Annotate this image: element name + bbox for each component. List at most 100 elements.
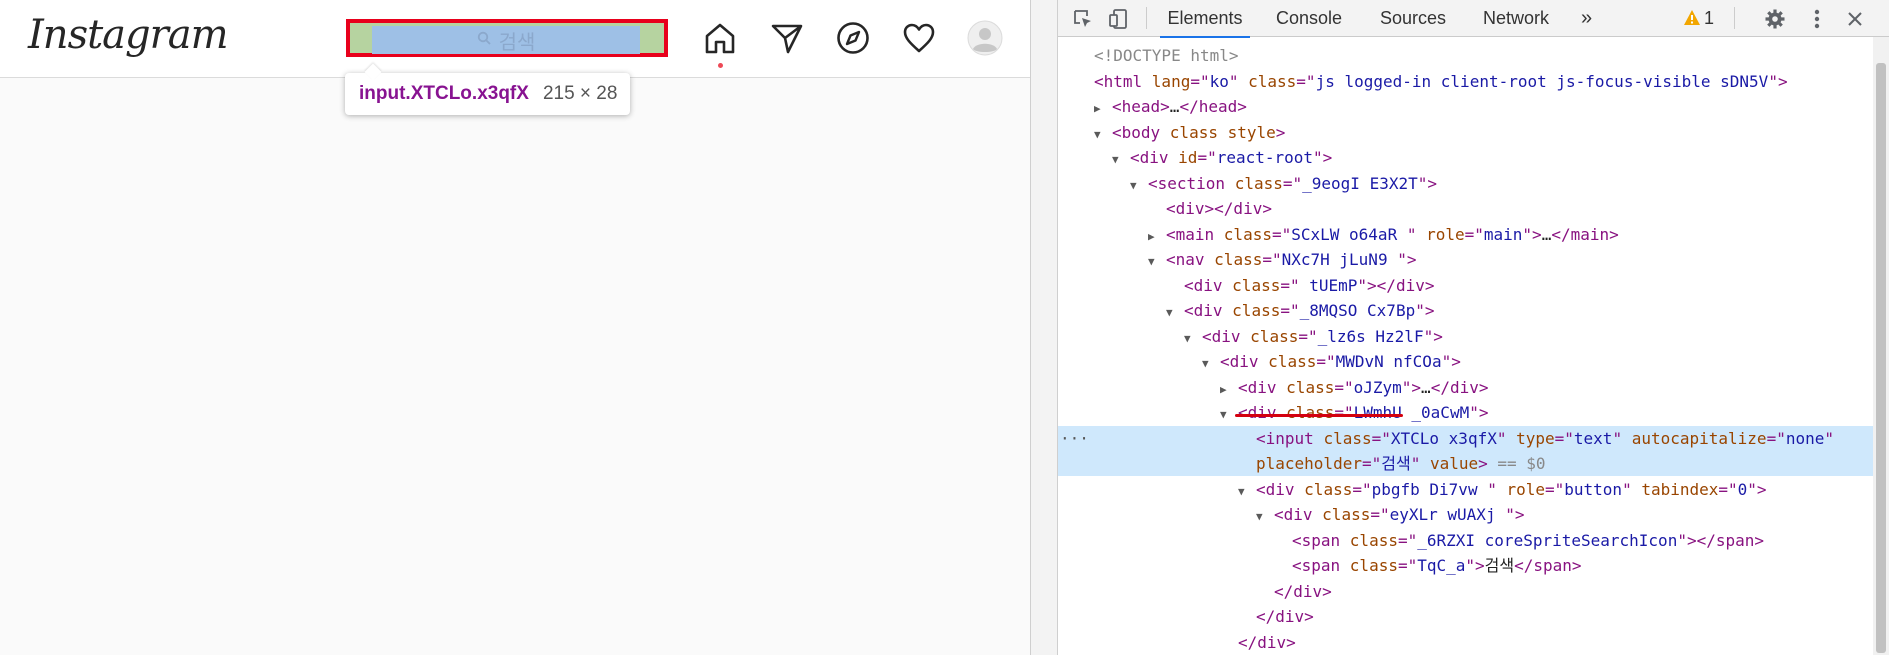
dom-token-tag: "> [1747, 479, 1767, 499]
tab-network[interactable]: Network [1483, 0, 1549, 36]
inspect-element-icon[interactable] [1070, 6, 1096, 32]
collapse-triangle-icon[interactable]: ▼ [1130, 173, 1148, 198]
dom-token-attr: class [1214, 250, 1263, 269]
dom-token-attr: class [1286, 403, 1335, 422]
dom-token-tag: <div [1220, 352, 1269, 371]
dom-token-doctype: <!DOCTYPE html> [1094, 46, 1239, 65]
dom-tree-row[interactable]: ▼ <div class="_lz6s Hz2lF"> [1058, 324, 1873, 349]
dom-tree-row[interactable]: <!DOCTYPE html> [1058, 43, 1873, 68]
dom-tree-row[interactable]: <span class="TqC_a">검색</span> [1058, 553, 1873, 578]
dom-token-tag: "> [1465, 556, 1485, 575]
dom-token-tag: <head> [1112, 97, 1170, 116]
compass-icon[interactable] [833, 18, 873, 58]
collapse-triangle-icon[interactable]: ▼ [1238, 479, 1256, 504]
warning-icon[interactable] [1679, 5, 1705, 31]
dom-token-tag: "> [1313, 148, 1333, 167]
tooltip-size: 215 × 28 [542, 83, 618, 104]
dom-tree-row[interactable]: ▼ <div class="MWDvN nfCOa"> [1058, 349, 1873, 374]
dom-token-tag: " [1487, 479, 1507, 499]
dom-tree-row[interactable]: <span class="_6RZXI coreSpriteSearchIcon… [1058, 528, 1873, 553]
instagram-logo[interactable]: Instagram [28, 12, 229, 58]
devtools-panel: Elements Console Sources Network » 1 <!D… [1058, 0, 1889, 655]
dom-tree-row[interactable]: ▶ <div class="oJZym">…</div> [1058, 375, 1873, 400]
tab-elements[interactable]: Elements [1160, 0, 1250, 38]
gear-icon[interactable] [1762, 6, 1788, 32]
collapse-triangle-icon[interactable]: ▼ [1202, 351, 1220, 376]
dom-tree-row[interactable]: </div> [1058, 630, 1873, 655]
avatar-icon[interactable] [965, 18, 1005, 58]
dom-token-tag: "> [1469, 403, 1489, 422]
dom-tree-row[interactable]: ▼ <nav class="NXc7H jLuN9 "> [1058, 247, 1873, 272]
dom-token-tag: =" [1262, 250, 1282, 269]
dom-token-tag: " [1622, 479, 1642, 499]
collapse-triangle-icon[interactable]: ▼ [1256, 504, 1274, 529]
dom-tree-row[interactable]: ▼ <div class="_8MQSO Cx7Bp"> [1058, 298, 1873, 323]
dom-token-tag: "> [1417, 173, 1437, 193]
collapse-triangle-icon[interactable]: ▼ [1148, 249, 1166, 274]
collapse-triangle-icon[interactable]: ▼ [1094, 122, 1112, 147]
dom-tree-row[interactable]: <html lang="ko" class="js logged-in clie… [1058, 69, 1873, 94]
panel-splitter[interactable] [1030, 0, 1058, 655]
dom-token-tag: <div [1238, 403, 1287, 422]
dom-token-tag: <span [1292, 556, 1350, 575]
tab-sources[interactable]: Sources [1380, 0, 1446, 36]
dom-token-tag: =" [1271, 224, 1292, 244]
dom-tree-row[interactable]: </div> [1058, 604, 1873, 629]
dom-token-tag: =" [1464, 224, 1484, 244]
device-toolbar-icon[interactable] [1106, 6, 1132, 32]
more-tabs-button[interactable]: » [1581, 0, 1592, 36]
dom-token-attr: class [1232, 301, 1281, 320]
inspect-tooltip: input.XTCLo.x3qfX 215 × 28 [345, 73, 630, 115]
warning-count[interactable]: 1 [1704, 0, 1714, 36]
dom-tree-row[interactable]: ▼ <body class style> [1058, 120, 1873, 145]
dom-token-tag: <span [1292, 530, 1350, 550]
dom-token-tag: </div> [1238, 632, 1296, 652]
dom-token-tag: "></div> [1357, 275, 1435, 295]
dom-token-tag: " [1228, 71, 1249, 91]
tab-console[interactable]: Console [1276, 0, 1342, 36]
dom-tree-row[interactable]: ▼ <div class="pbgfb Di7vw " role="button"… [1058, 477, 1873, 502]
dom-tree-row[interactable]: <div></div> [1058, 196, 1873, 221]
dom-tree-row[interactable]: ▼ <div id="react-root"> [1058, 145, 1873, 170]
dom-tree-row[interactable]: ▶ <head>…</head> [1058, 94, 1873, 119]
expand-triangle-icon[interactable]: ▶ [1094, 96, 1112, 121]
scroll-thumb[interactable] [1876, 63, 1886, 653]
dom-tree-row[interactable]: ▼ <section class="_9eogI E3X2T"> [1058, 171, 1873, 196]
dom-tree-row[interactable]: ▼ <div class="eyXLr wUAXj "> [1058, 502, 1873, 527]
expand-triangle-icon[interactable]: ▶ [1148, 224, 1166, 249]
dom-token-attr: value [1429, 454, 1479, 473]
dom-tree-row[interactable]: placeholder="검색" value> == $0 [1058, 451, 1873, 476]
dom-tree-row[interactable]: </div> [1058, 579, 1873, 604]
collapse-triangle-icon[interactable]: ▼ [1112, 147, 1130, 172]
paper-plane-icon[interactable] [767, 18, 807, 58]
dom-token-tag: =" [1361, 454, 1382, 473]
home-icon[interactable] [700, 18, 740, 58]
dom-tree-row[interactable]: <input class="XTCLo x3qfX" type="text" a… [1058, 425, 1873, 451]
dom-token-tag: =" [1334, 403, 1354, 422]
dom-tree-scrollbar[interactable] [1873, 37, 1889, 655]
kebab-menu-icon[interactable] [1804, 6, 1830, 32]
expand-triangle-icon[interactable]: ▶ [1220, 377, 1238, 402]
close-icon[interactable] [1842, 6, 1868, 32]
dom-token-tag: </span> [1514, 556, 1582, 575]
row-more-icon[interactable]: ··· [1060, 429, 1089, 448]
dom-token-val: text [1573, 428, 1613, 448]
dom-token-tag: "> [1441, 352, 1461, 371]
dom-token-val: XTCLo x3qfX [1390, 428, 1497, 448]
dom-token-tag: =" [1296, 71, 1316, 91]
dom-token-txt: … [1421, 377, 1431, 397]
dom-token-tag: =" [1334, 377, 1354, 397]
dom-token-attr: class [1349, 556, 1398, 575]
dom-token-tag: <div [1274, 505, 1323, 524]
search-input[interactable]: 검색 [372, 26, 640, 54]
collapse-triangle-icon[interactable]: ▼ [1184, 326, 1202, 351]
dom-tree-row[interactable]: ▼ <div class="LWmhU _0aCwM"> [1058, 400, 1873, 425]
collapse-triangle-icon[interactable]: ▼ [1166, 300, 1184, 325]
dom-tree-row[interactable]: <div class=" tUEmP"></div> [1058, 273, 1873, 298]
tooltip-selector: input.XTCLo.x3qfX [359, 83, 529, 104]
dom-token-tag: =" [1282, 173, 1303, 193]
heart-icon[interactable] [899, 18, 939, 58]
dom-token-val: _6RZXI coreSpriteSearchIcon [1417, 530, 1678, 550]
dom-token-attr: autocapitalize [1631, 428, 1767, 448]
dom-tree-row[interactable]: ▶ <main class="SCxLW o64aR " role="main">… [1058, 222, 1873, 247]
